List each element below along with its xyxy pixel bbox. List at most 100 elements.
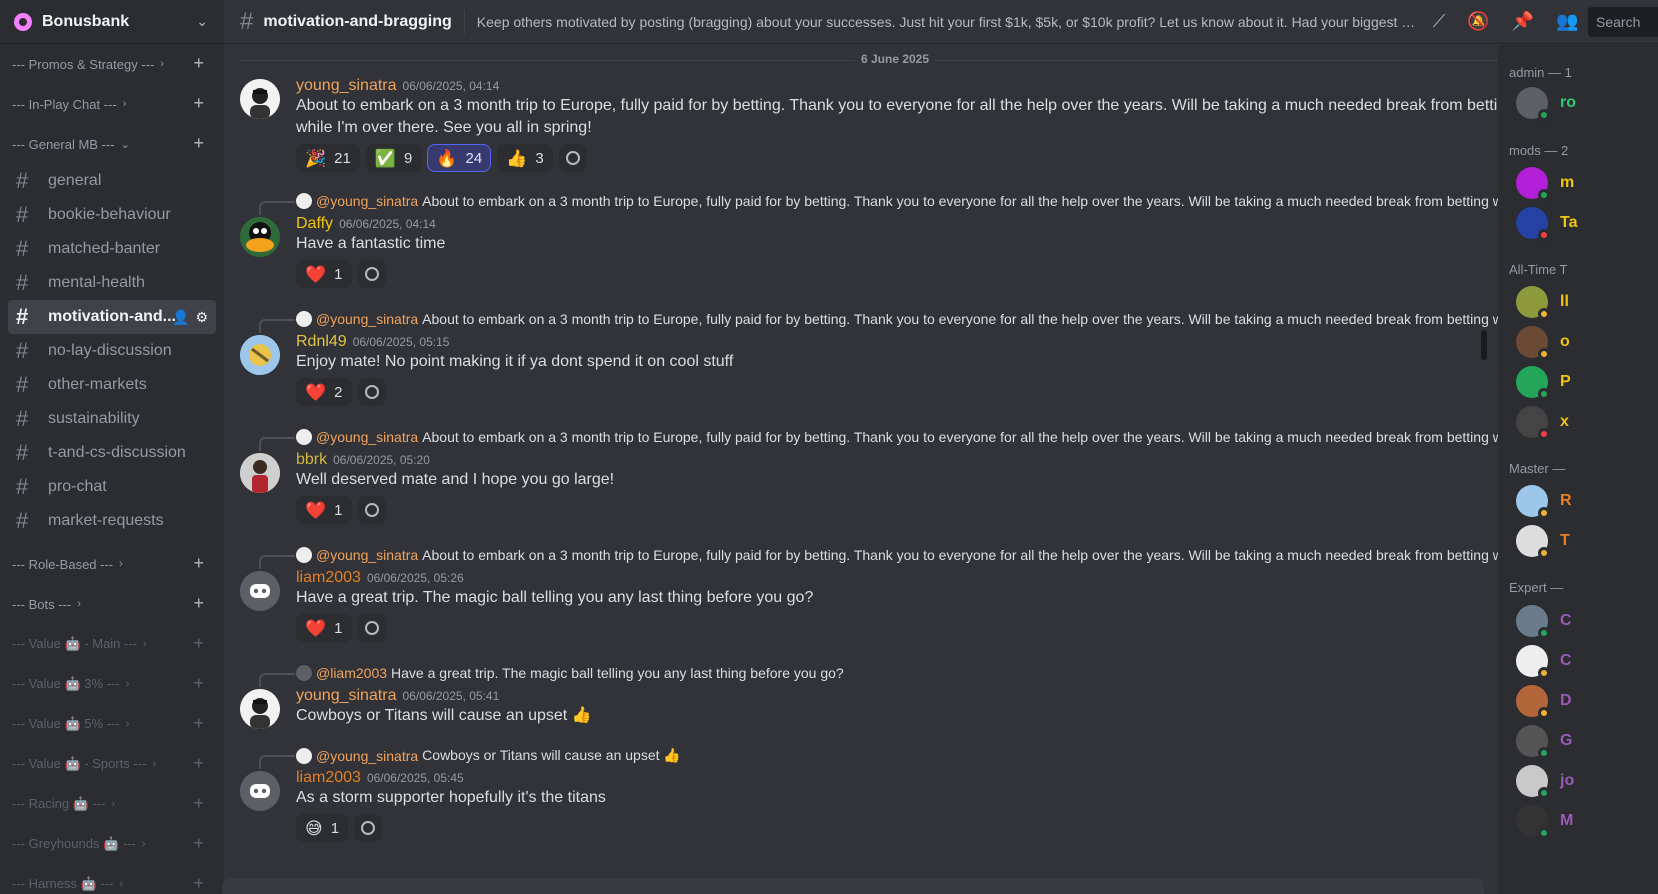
reply-preview[interactable]: @young_sinatra About to embark on a 3 mo… <box>296 547 1540 563</box>
reaction[interactable]: ❤️ 1 <box>296 260 352 288</box>
category-bots[interactable]: --- Bots --- › + <box>0 584 224 624</box>
member-item[interactable]: C <box>1516 645 1572 679</box>
avatar[interactable] <box>240 689 280 729</box>
notifications-muted-icon[interactable]: 🔕 <box>1467 11 1489 32</box>
sidebar-item-general[interactable]: # general <box>8 164 216 198</box>
reaction[interactable]: 👍 3 <box>497 144 553 172</box>
category-racing[interactable]: --- Racing 🤖 --- › + <box>0 784 224 824</box>
add-reaction-button[interactable] <box>357 260 386 288</box>
member-item[interactable]: P <box>1516 366 1571 400</box>
reply-mention[interactable]: @young_sinatra <box>316 193 418 209</box>
member-item[interactable]: R <box>1516 485 1572 519</box>
reply-preview[interactable]: @young_sinatra About to embark on a 3 mo… <box>296 193 1540 209</box>
category-value-sports[interactable]: --- Value 🤖 - Sports --- › + <box>0 744 224 784</box>
reaction[interactable]: ❤️ 2 <box>296 378 352 406</box>
add-channel-icon[interactable]: + <box>193 793 204 814</box>
add-reaction-button[interactable] <box>357 496 386 524</box>
add-channel-icon[interactable]: + <box>193 133 204 154</box>
message-list[interactable]: 6 June 2025 young_sinatra 06/06/2025, 04:… <box>224 45 1570 880</box>
avatar[interactable] <box>240 217 280 257</box>
add-channel-icon[interactable]: + <box>193 553 204 574</box>
member-item[interactable]: Ta <box>1516 207 1577 241</box>
member-item[interactable]: T <box>1516 525 1570 559</box>
add-reaction-button[interactable] <box>354 814 383 842</box>
reply-preview[interactable]: @young_sinatra About to embark on a 3 mo… <box>296 311 1540 327</box>
reaction[interactable]: 🎉 21 <box>296 144 360 172</box>
reply-preview[interactable]: @young_sinatra Cowboys or Titans will ca… <box>296 747 1540 764</box>
reaction[interactable]: ✅ 9 <box>365 144 422 172</box>
message-author[interactable]: bbrk <box>296 451 327 468</box>
avatar[interactable] <box>240 453 280 493</box>
sidebar-item-bookie-behaviour[interactable]: # bookie-behaviour <box>8 198 216 232</box>
message-author[interactable]: Daffy <box>296 215 333 232</box>
add-channel-icon[interactable]: + <box>193 673 204 694</box>
avatar[interactable] <box>240 571 280 611</box>
sidebar-item-t-and-cs-discussion[interactable]: # t-and-cs-discussion <box>8 436 216 470</box>
category-promos-strategy[interactable]: --- Promos & Strategy --- › + <box>0 44 224 84</box>
category-value-main[interactable]: --- Value 🤖 - Main --- › + <box>0 624 224 664</box>
server-header[interactable]: Bonusbank ⌄ <box>0 0 224 44</box>
reaction[interactable]: 😅 1 <box>296 814 349 842</box>
member-item[interactable]: M <box>1516 805 1573 839</box>
add-channel-icon[interactable]: + <box>193 53 204 74</box>
member-item[interactable]: x <box>1516 406 1569 440</box>
sidebar-item-matched-banter[interactable]: # matched-banter <box>8 232 216 266</box>
add-reaction-button[interactable] <box>357 614 386 642</box>
chevron-down-icon[interactable]: ⌄ <box>196 13 208 30</box>
add-channel-icon[interactable]: + <box>193 593 204 614</box>
scrollbar-thumb[interactable] <box>1481 330 1487 360</box>
reaction[interactable]: ❤️ 1 <box>296 614 352 642</box>
add-channel-icon[interactable]: + <box>193 873 204 894</box>
reaction-selected[interactable]: 🔥 24 <box>427 144 492 172</box>
sidebar-item-motivation-and-bragging[interactable]: # motivation-and... 👤 ⚙ <box>8 300 216 334</box>
member-item[interactable]: o <box>1516 326 1570 360</box>
category-greyhounds[interactable]: --- Greyhounds 🤖 --- › + <box>0 824 224 864</box>
add-channel-icon[interactable]: + <box>193 753 204 774</box>
reply-preview[interactable]: @young_sinatra About to embark on a 3 mo… <box>296 429 1540 445</box>
member-item[interactable]: ro <box>1516 87 1576 121</box>
reaction[interactable]: ❤️ 1 <box>296 496 352 524</box>
reply-mention[interactable]: @young_sinatra <box>316 748 418 764</box>
threads-icon[interactable]: ⟋ <box>1433 11 1446 32</box>
pin-icon[interactable]: 📌 <box>1512 11 1534 32</box>
gear-icon[interactable]: ⚙ <box>195 309 208 326</box>
member-item[interactable]: m <box>1516 167 1574 201</box>
sidebar-item-pro-chat[interactable]: # pro-chat <box>8 470 216 504</box>
sidebar-item-sustainability[interactable]: # sustainability <box>8 402 216 436</box>
category-role-based[interactable]: --- Role-Based --- › + <box>0 544 224 584</box>
add-channel-icon[interactable]: + <box>193 833 204 854</box>
member-item[interactable]: jo <box>1516 765 1574 799</box>
reply-preview[interactable]: @liam2003 Have a great trip. The magic b… <box>296 665 1540 681</box>
message-author[interactable]: Rdnl49 <box>296 333 347 350</box>
member-item[interactable]: D <box>1516 685 1572 719</box>
invite-icon[interactable]: 👤 <box>172 309 189 326</box>
avatar[interactable] <box>240 771 280 811</box>
reply-mention[interactable]: @young_sinatra <box>316 429 418 445</box>
reply-mention[interactable]: @young_sinatra <box>316 547 418 563</box>
category-value-5[interactable]: --- Value 🤖 5% --- › + <box>0 704 224 744</box>
message-composer[interactable] <box>222 878 1484 894</box>
add-reaction-button[interactable] <box>558 144 587 172</box>
add-reaction-button[interactable] <box>357 378 386 406</box>
sidebar-item-other-markets[interactable]: # other-markets <box>8 368 216 402</box>
member-list-icon[interactable]: 👥 <box>1556 11 1578 32</box>
category-harness[interactable]: --- Harness 🤖 --- › + <box>0 864 224 894</box>
message-author[interactable]: young_sinatra <box>296 687 397 704</box>
member-item[interactable]: ll <box>1516 286 1569 320</box>
reply-mention[interactable]: @liam2003 <box>316 665 387 681</box>
avatar[interactable] <box>240 79 280 119</box>
message-author[interactable]: liam2003 <box>296 769 361 786</box>
category-general-mb[interactable]: --- General MB --- ⌄ + <box>0 124 224 164</box>
message-author[interactable]: young_sinatra <box>296 77 397 94</box>
search-input[interactable]: Search <box>1588 7 1658 37</box>
sidebar-item-no-lay-discussion[interactable]: # no-lay-discussion <box>8 334 216 368</box>
add-channel-icon[interactable]: + <box>193 93 204 114</box>
message-author[interactable]: liam2003 <box>296 569 361 586</box>
reply-mention[interactable]: @young_sinatra <box>316 311 418 327</box>
category-in-play-chat[interactable]: --- In-Play Chat --- › + <box>0 84 224 124</box>
member-item[interactable]: G <box>1516 725 1572 759</box>
sidebar-item-market-requests[interactable]: # market-requests <box>8 504 216 538</box>
add-channel-icon[interactable]: + <box>193 713 204 734</box>
sidebar-item-mental-health[interactable]: # mental-health <box>8 266 216 300</box>
avatar[interactable] <box>240 335 280 375</box>
